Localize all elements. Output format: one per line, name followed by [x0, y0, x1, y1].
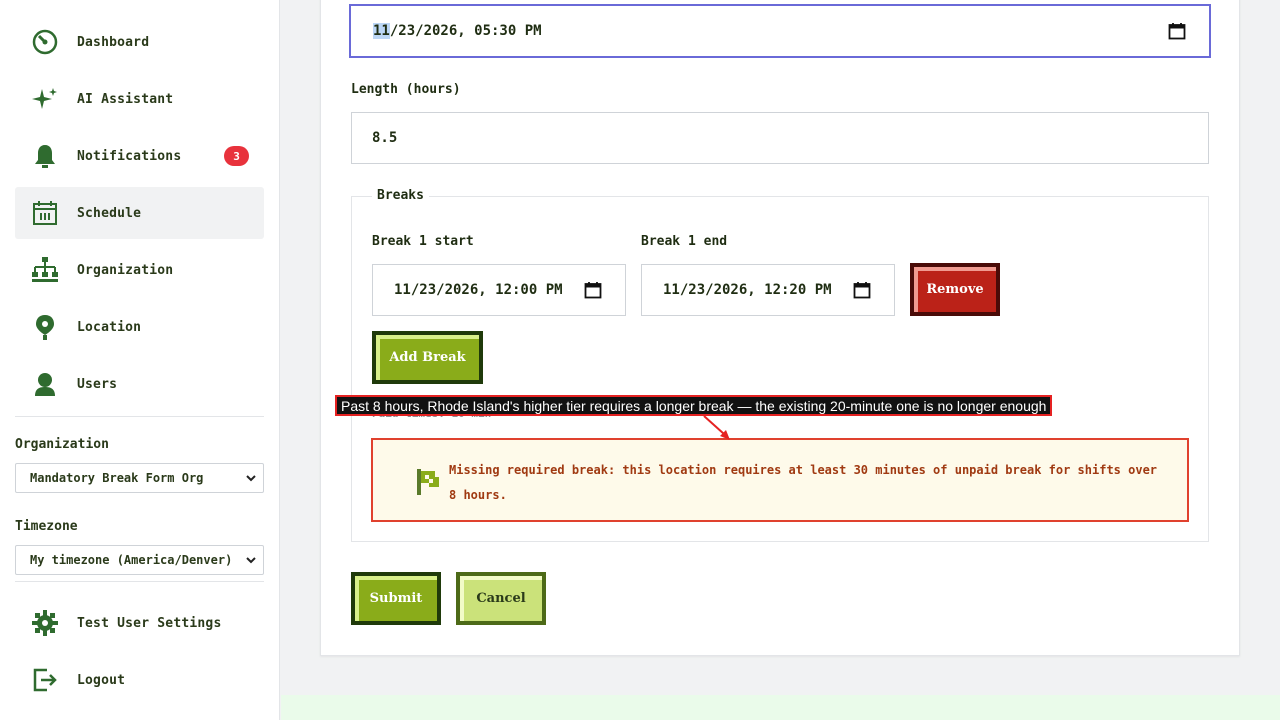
user-icon [30, 369, 60, 399]
add-break-button[interactable]: Add Break [372, 331, 483, 384]
missing-break-alert: Missing required break: this location re… [371, 438, 1189, 522]
nav-schedule[interactable]: Schedule [15, 187, 264, 239]
break-1-end-label: Break 1 end [641, 234, 728, 249]
nav-dashboard[interactable]: Dashboard [15, 16, 264, 68]
start-month-segment[interactable]: 11 [373, 23, 390, 39]
timezone-select-value: My timezone (America/Denver) [30, 553, 233, 567]
chevron-down-icon [246, 557, 256, 564]
remove-break-button[interactable]: Remove [910, 263, 1000, 316]
break-1-end-input[interactable]: 11/23/2026, 12:20 PM [641, 264, 895, 316]
gear-icon [30, 608, 60, 638]
break-1-start-value: 11/23/2026, 12:00 PM [394, 282, 563, 298]
bell-icon [30, 141, 60, 171]
organization-select[interactable]: Mandatory Break Form Org [15, 463, 264, 493]
length-value: 8.5 [372, 130, 398, 146]
nav-label: Dashboard [77, 34, 150, 50]
timezone-select[interactable]: My timezone (America/Denver) [15, 545, 264, 575]
timezone-label: Timezone [15, 519, 78, 534]
notification-count-badge: 3 [224, 146, 249, 166]
nav-ai-assistant[interactable]: AI Assistant [15, 73, 264, 125]
length-label: Length (hours) [351, 82, 461, 97]
nav-test-user-settings[interactable]: Test User Settings [15, 597, 264, 649]
nav-notifications[interactable]: Notifications 3 [15, 130, 264, 182]
nav-label: Users [77, 376, 118, 392]
nav-label: Schedule [77, 205, 142, 221]
nav-label: AI Assistant [77, 91, 174, 107]
calendar-picker-icon[interactable] [1168, 22, 1186, 40]
sidebar-divider [15, 581, 264, 582]
nav-label: Logout [77, 672, 126, 688]
breaks-legend: Breaks [372, 188, 429, 203]
nav-label: Notifications [77, 148, 182, 164]
organization-label: Organization [15, 437, 109, 452]
alert-message: Missing required break: this location re… [449, 463, 1158, 502]
nav-label: Organization [77, 262, 174, 278]
break-1-start-label: Break 1 start [372, 234, 474, 249]
start-datetime-rest: /23/2026, 05:30 PM [389, 23, 542, 39]
calendar-picker-icon[interactable] [853, 281, 871, 299]
annotation-arrow-icon [703, 415, 730, 440]
nav-organization[interactable]: Organization [15, 244, 264, 296]
shift-start-input[interactable]: 11/23/2026, 05:30 PM [349, 4, 1211, 58]
nav-users[interactable]: Users [15, 358, 264, 410]
logout-icon [30, 665, 60, 695]
organization-select-value: Mandatory Break Form Org [30, 471, 204, 485]
submit-button[interactable]: Submit [351, 572, 441, 625]
dashboard-icon [30, 27, 60, 57]
warning-flag-icon [417, 469, 439, 495]
cancel-button[interactable]: Cancel [456, 572, 546, 625]
calendar-picker-icon[interactable] [584, 281, 602, 299]
sidebar-divider [15, 416, 264, 417]
break-1-start-input[interactable]: 11/23/2026, 12:00 PM [372, 264, 626, 316]
break-1-end-value: 11/23/2026, 12:20 PM [663, 282, 832, 298]
sidebar: Dashboard AI Assistant Notifications 3 S… [0, 0, 280, 720]
org-chart-icon [30, 255, 60, 285]
length-input[interactable]: 8.5 [351, 112, 1209, 164]
annotation-callout: Past 8 hours, Rhode Island's higher tier… [335, 395, 1053, 416]
nav-label: Location [77, 319, 142, 335]
main-footer-strip [281, 695, 1280, 720]
sparkle-icon [30, 84, 60, 114]
calendar-icon [30, 198, 60, 228]
nav-label: Test User Settings [77, 615, 222, 631]
nav-location[interactable]: Location [15, 301, 264, 353]
chevron-down-icon [246, 475, 256, 482]
location-pin-icon [30, 312, 60, 342]
nav-logout[interactable]: Logout [15, 654, 264, 706]
